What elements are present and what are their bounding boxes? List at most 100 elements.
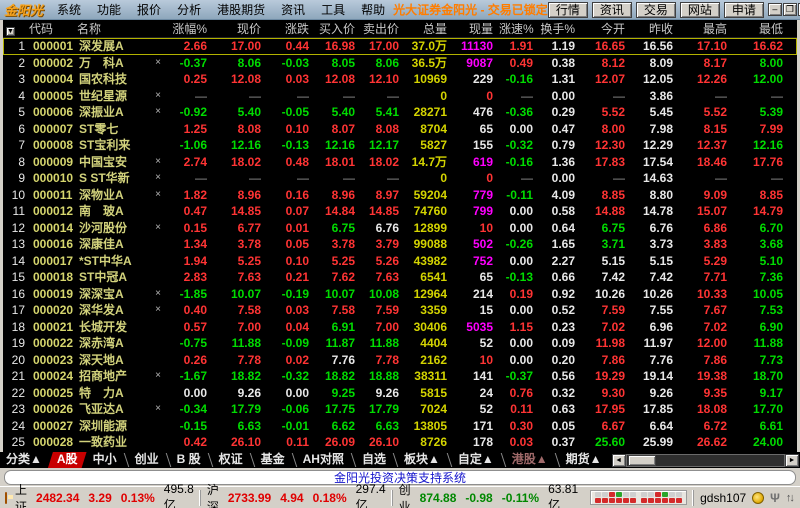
titlebar-button-3[interactable]: 交易 <box>636 2 676 18</box>
table-row[interactable]: 25000028一致药业0.4226.100.1126.0926.1087261… <box>3 434 797 451</box>
table-row[interactable]: 11000012南 玻A0.4714.850.0714.8414.8574760… <box>3 203 797 220</box>
total-volume: 12964 <box>405 286 453 303</box>
tab-期货[interactable]: 期货▲ <box>560 452 608 468</box>
table-row[interactable]: 3000004国农科技0.2512.080.0312.0812.10109692… <box>3 71 797 88</box>
price: 6.63 <box>213 418 267 435</box>
tab-自选[interactable]: 自选 <box>356 452 392 468</box>
tab-创业[interactable]: 创业 <box>129 452 165 468</box>
high: 10.33 <box>679 286 733 303</box>
titlebar-button-4[interactable]: 网站 <box>680 2 720 18</box>
column-header-14[interactable]: 最高 <box>679 20 733 38</box>
prev-close: 17.85 <box>631 401 679 418</box>
table-row[interactable]: 6000007ST零七1.258.080.108.078.088704650.0… <box>3 121 797 138</box>
low: 12.00 <box>733 71 789 88</box>
menu-item-5[interactable]: 港股期货 <box>209 0 273 19</box>
restore-button[interactable]: ❐ <box>783 3 797 16</box>
tab-自定[interactable]: 自定▲ <box>452 452 500 468</box>
scrollbar-thumb[interactable] <box>628 455 656 466</box>
table-row[interactable]: 23000026飞亚达A×-0.3417.79-0.0617.7517.7970… <box>3 401 797 418</box>
tab-分类[interactable]: 分类▲ <box>0 452 48 468</box>
table-row[interactable]: 7000008ST宝利来-1.0612.16-0.1312.1612.17582… <box>3 137 797 154</box>
column-header-5[interactable]: 涨跌 <box>267 20 315 38</box>
menu-item-3[interactable]: 报价 <box>129 0 169 19</box>
updown-arrows-icon[interactable]: ↑↓ <box>786 492 793 504</box>
tab-港股[interactable]: 港股▲ <box>506 452 554 468</box>
price: 12.08 <box>213 71 267 88</box>
menu-item-8[interactable]: 帮助 <box>353 0 393 19</box>
titlebar-button-2[interactable]: 资讯 <box>592 2 632 18</box>
table-row[interactable]: 2000002万 科A×-0.378.06-0.038.058.0636.5万9… <box>3 55 797 72</box>
column-header-7[interactable]: 卖出价 <box>361 20 405 38</box>
coin-icon[interactable] <box>752 492 764 504</box>
scroll-right-button[interactable]: ► <box>785 454 799 467</box>
quote-table-panel: ▼ 代码名称涨幅%现价涨跌买入价卖出价总量现量涨速%换手%今开昨收最高最低 10… <box>0 20 800 452</box>
change-pct: 0.25 <box>165 71 213 88</box>
column-header-3[interactable]: 涨幅% <box>165 20 213 38</box>
table-row[interactable]: 18000021长城开发0.577.000.046.917.0030406503… <box>3 319 797 336</box>
turnover-pct: 2.27 <box>539 253 581 270</box>
table-row[interactable]: 13000016深康佳A1.343.780.053.783.7999088502… <box>3 236 797 253</box>
titlebar-button-5[interactable]: 申请 <box>724 2 764 18</box>
tab-中小[interactable]: 中小 <box>87 452 123 468</box>
menu-item-2[interactable]: 功能 <box>89 0 129 19</box>
column-header-8[interactable]: 总量 <box>405 20 453 38</box>
menu-item-7[interactable]: 工具 <box>313 0 353 19</box>
scrollbar-track[interactable] <box>626 454 785 467</box>
menu-item-4[interactable]: 分析 <box>169 0 209 19</box>
table-row[interactable]: 9000010S ST华新×—————00—0.00—14.63—— <box>3 170 797 187</box>
signal-cell <box>641 492 647 497</box>
speed-pct: 1.91 <box>499 38 539 55</box>
menu-item-1[interactable]: 系统 <box>49 0 89 19</box>
minimize-button[interactable]: – <box>768 3 782 16</box>
table-row[interactable]: 19000022深赤湾A-0.7511.88-0.0911.8711.88440… <box>3 335 797 352</box>
column-header-6[interactable]: 买入价 <box>315 20 361 38</box>
column-header-2[interactable]: 名称 <box>77 20 151 38</box>
high: 5.52 <box>679 104 733 121</box>
table-row[interactable]: 10000011深物业A×1.828.960.168.968.975920477… <box>3 187 797 204</box>
scroll-left-button[interactable]: ◄ <box>612 454 626 467</box>
column-header-13[interactable]: 昨收 <box>631 20 679 38</box>
stock-name: 长城开发 <box>77 319 151 336</box>
current-volume: 52 <box>453 335 499 352</box>
column-header-12[interactable]: 今开 <box>581 20 631 38</box>
column-header-9[interactable]: 现量 <box>453 20 499 38</box>
speed-pct: -0.36 <box>499 104 539 121</box>
table-row[interactable]: 22000025特 力A0.009.260.009.259.265815240.… <box>3 385 797 402</box>
prev-close: 7.42 <box>631 269 679 286</box>
column-header-15[interactable]: 最低 <box>733 20 789 38</box>
column-header-11[interactable]: 换手% <box>539 20 581 38</box>
tab-A股[interactable]: A股 <box>48 452 87 468</box>
column-header-10[interactable]: 涨速% <box>499 20 539 38</box>
table-row[interactable]: 8000009中国宝安×2.7418.020.4818.0118.0214.7万… <box>3 154 797 171</box>
table-row[interactable]: 15000018ST中冠A2.837.630.217.627.63654165-… <box>3 269 797 286</box>
row-number: 4 <box>3 88 29 105</box>
antenna-icon[interactable]: Ψ <box>770 492 780 504</box>
column-dropdown-button[interactable]: ▼ <box>6 27 15 36</box>
tab-权证[interactable]: 权证 <box>213 452 249 468</box>
news-marker <box>151 236 165 253</box>
table-row[interactable]: 17000020深华发A×0.407.580.037.587.593359150… <box>3 302 797 319</box>
table-row[interactable]: 21000024招商地产×-1.6718.82-0.3218.8218.8838… <box>3 368 797 385</box>
table-row[interactable]: 24000027深圳能源-0.156.63-0.016.626.63138051… <box>3 418 797 435</box>
table-row[interactable]: 14000017*ST中华A1.945.250.105.255.26439827… <box>3 253 797 270</box>
table-row[interactable]: 16000019深深宝A×-1.8510.07-0.1910.0710.0812… <box>3 286 797 303</box>
table-row[interactable]: 20000023深天地A0.267.780.027.767.782162100.… <box>3 352 797 369</box>
bid-price: 8.07 <box>315 121 361 138</box>
column-header-4[interactable]: 现价 <box>213 20 267 38</box>
total-volume: 8726 <box>405 434 453 451</box>
table-row[interactable]: 4000005世纪星源×—————00—0.00—3.86—— <box>3 88 797 105</box>
tab-基金[interactable]: 基金 <box>255 452 291 468</box>
table-row[interactable]: 5000006深振业A×-0.925.40-0.055.405.41282714… <box>3 104 797 121</box>
tab-B 股[interactable]: B 股 <box>171 452 207 468</box>
prev-close: 3.86 <box>631 88 679 105</box>
menu-item-6[interactable]: 资讯 <box>273 0 313 19</box>
open: 9.30 <box>581 385 631 402</box>
table-row[interactable]: 1000001深发展A2.6617.000.4416.9817.0037.0万1… <box>3 38 797 55</box>
titlebar-button-1[interactable]: 行情 <box>548 2 588 18</box>
column-header-1[interactable]: 代码 <box>29 20 77 38</box>
table-row[interactable]: 12000014沙河股份×0.156.770.016.756.761289910… <box>3 220 797 237</box>
index-label: 沪深 <box>207 481 219 508</box>
tab-板块[interactable]: 板块▲ <box>398 452 446 468</box>
tab-AH对照[interactable]: AH对照 <box>297 452 350 468</box>
horizontal-scrollbar[interactable]: ◄ ► <box>612 453 799 467</box>
